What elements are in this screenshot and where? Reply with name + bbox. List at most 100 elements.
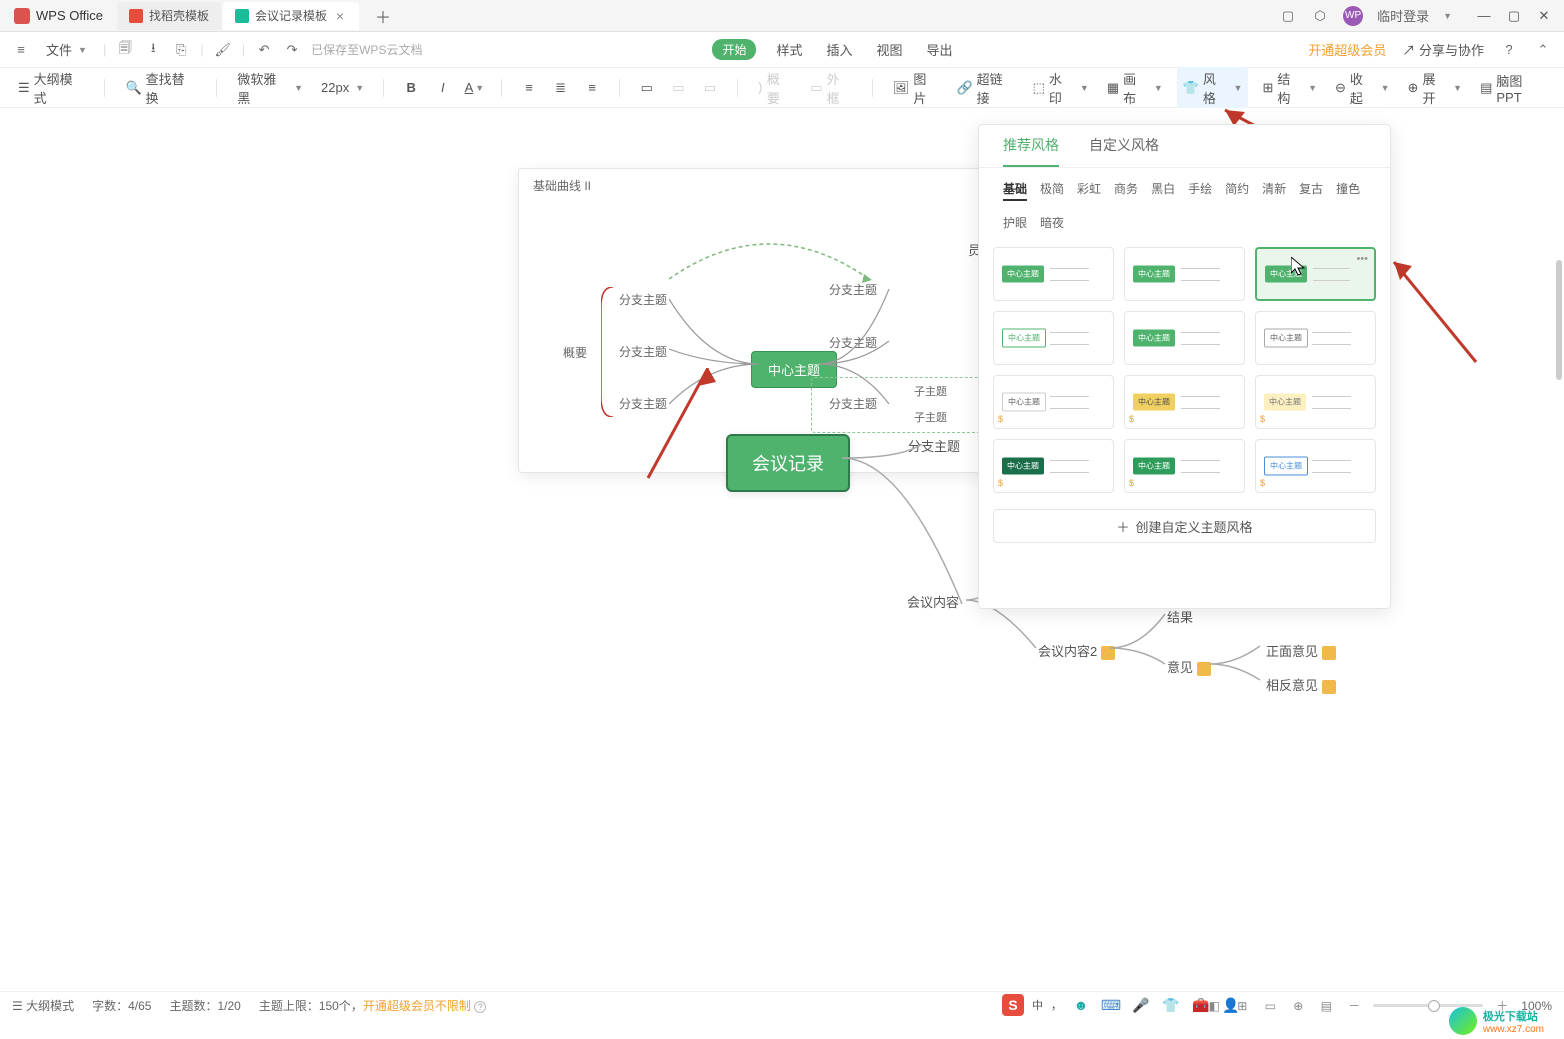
export-icon[interactable]: ⎘ — [172, 41, 190, 59]
cat-dark[interactable]: 暗夜 — [1040, 214, 1064, 231]
cat-simple[interactable]: 简约 — [1225, 180, 1249, 201]
close-button[interactable]: ✕ — [1536, 8, 1552, 24]
cat-handdrawn[interactable]: 手绘 — [1188, 180, 1212, 201]
tab-add-button[interactable]: ＋ — [369, 2, 397, 30]
cube-icon[interactable]: ⬡ — [1311, 7, 1329, 25]
menu-export[interactable]: 导出 — [923, 38, 957, 61]
canvas-branch-top[interactable]: 分支主题 — [908, 436, 960, 455]
style-thumb-2[interactable]: 中心主题 — [1124, 247, 1245, 301]
menu-start[interactable]: 开始 — [712, 39, 756, 60]
structure-button[interactable]: ⊞ 结构▼ — [1258, 67, 1321, 109]
hyperlink-button[interactable]: 🔗 超链接 — [952, 67, 1018, 109]
share-button[interactable]: ↗ 分享与协作 — [1402, 40, 1484, 59]
zoom-out-button[interactable]: － — [1345, 997, 1363, 1015]
minimize-button[interactable]: — — [1476, 8, 1492, 24]
align-center-button[interactable]: ≣ — [550, 77, 572, 99]
menu-icon[interactable]: ≡ — [12, 41, 30, 59]
help-icon[interactable]: ? — [1500, 41, 1518, 59]
ime-voice-icon[interactable]: 🎤 — [1130, 994, 1152, 1016]
canvas-content2[interactable]: 会议内容2 — [1038, 641, 1115, 660]
maximize-button[interactable]: ▢ — [1506, 8, 1522, 24]
login-label[interactable]: 临时登录 — [1377, 6, 1429, 25]
align-right-button[interactable]: ≡ — [581, 77, 603, 99]
note-icon[interactable] — [1322, 646, 1336, 660]
style-thumb-9[interactable]: $中心主题 — [1255, 375, 1376, 429]
file-menu[interactable]: 文件 ▼ — [40, 38, 93, 61]
collapse-button[interactable]: ⊖ 收起▼ — [1331, 67, 1394, 109]
create-custom-theme[interactable]: ＋ 创建自定义主题风格 — [993, 509, 1376, 543]
menu-view[interactable]: 视图 — [873, 38, 907, 61]
status-vip-link[interactable]: 开通超级会员不限制 — [363, 999, 471, 1013]
status-icon-5[interactable]: ▤ — [1317, 997, 1335, 1015]
canvas-result[interactable]: 结果 — [1167, 607, 1193, 626]
watermark-button[interactable]: ⬚ 水印▼ — [1029, 67, 1093, 109]
canvas-style-button[interactable]: ▦ 画布▼ — [1103, 67, 1167, 109]
tab-template-search[interactable]: 找稻壳模板 — [117, 2, 221, 30]
collapse-ribbon-icon[interactable]: ⌃ — [1534, 41, 1552, 59]
download-icon[interactable]: ⭳ — [144, 41, 162, 59]
save-icon[interactable]: 🗐 — [116, 41, 134, 59]
font-size-select[interactable]: 22px▼ — [317, 78, 367, 97]
style-thumb-10[interactable]: $中心主题 — [993, 439, 1114, 493]
ime-lang[interactable]: 中 — [1032, 997, 1043, 1013]
format-painter-icon[interactable]: 🖌 — [214, 41, 232, 59]
chevron-down-icon[interactable]: ▼ — [1443, 11, 1452, 21]
note-icon[interactable] — [1322, 680, 1336, 694]
ime-keyboard-icon[interactable]: ⌨ — [1100, 994, 1122, 1016]
style-thumb-6[interactable]: 中心主题 — [1255, 311, 1376, 365]
ime-skin-icon[interactable]: 👕 — [1160, 994, 1182, 1016]
insert-sibling-icon[interactable]: ▭ — [636, 77, 658, 99]
canvas[interactable]: 基础曲线 II 中心主题 分支主题 分支主题 分支主题 分支主题 分支主题 分支… — [0, 108, 1564, 1003]
cat-eye[interactable]: 护眼 — [1003, 214, 1027, 231]
status-icon-3[interactable]: ▭ — [1261, 997, 1279, 1015]
ime-toolbox-icon[interactable]: 🧰 — [1190, 994, 1212, 1016]
redo-icon[interactable]: ↷ — [283, 41, 301, 59]
style-thumb-7[interactable]: $中心主题 — [993, 375, 1114, 429]
cat-contrast[interactable]: 撞色 — [1336, 180, 1360, 201]
canvas-neg-opinion[interactable]: 相反意见 — [1266, 675, 1336, 694]
cat-rainbow[interactable]: 彩虹 — [1077, 180, 1101, 201]
undo-icon[interactable]: ↶ — [255, 41, 273, 59]
cat-fresh[interactable]: 清新 — [1262, 180, 1286, 201]
tab-recommend[interactable]: 推荐风格 — [1003, 135, 1059, 167]
mindmap-ppt-button[interactable]: ▤ 脑图PPT — [1476, 69, 1550, 107]
style-thumb-3-selected[interactable]: •••中心主题 — [1255, 247, 1376, 301]
canvas-content[interactable]: 会议内容 — [907, 592, 959, 611]
ime-punct-icon[interactable]: ， — [1051, 997, 1062, 1013]
ime-logo-icon[interactable]: S — [1002, 994, 1024, 1016]
ime-emoji-icon[interactable]: ☻ — [1070, 994, 1092, 1016]
status-icon-4[interactable]: ⊕ — [1289, 997, 1307, 1015]
style-thumb-1[interactable]: 中心主题 — [993, 247, 1114, 301]
italic-button[interactable]: I — [432, 77, 454, 99]
avatar[interactable]: WP — [1343, 6, 1363, 26]
cat-basic[interactable]: 基础 — [1003, 180, 1027, 201]
font-color-button[interactable]: A▼ — [464, 77, 486, 99]
cat-retro[interactable]: 复古 — [1299, 180, 1323, 201]
note-icon[interactable] — [1197, 662, 1211, 676]
relation-button[interactable]: ▭ 外框 — [806, 67, 856, 109]
canvas-opinion[interactable]: 意见 — [1167, 657, 1211, 676]
vip-link[interactable]: 开通超级会员 — [1308, 40, 1386, 59]
outline-mode-button[interactable]: ☰ 大纲模式 — [14, 67, 88, 109]
theme-style-button[interactable]: 👕 风格▼ — [1177, 67, 1249, 109]
menu-style[interactable]: 样式 — [772, 38, 806, 61]
style-thumb-12[interactable]: $中心主题 — [1255, 439, 1376, 493]
canvas-pos-opinion[interactable]: 正面意见 — [1266, 641, 1336, 660]
ime-user-icon[interactable]: 👤 — [1220, 994, 1242, 1016]
canvas-center-node[interactable]: 会议记录 — [726, 434, 850, 492]
style-thumb-5[interactable]: 中心主题 — [1124, 311, 1245, 365]
insert-child-icon[interactable]: ▭ — [668, 77, 690, 99]
summary-button[interactable]: ⟩ 概要 — [754, 67, 796, 109]
style-thumb-4[interactable]: 中心主题 — [993, 311, 1114, 365]
font-name-select[interactable]: 微软雅黑▼ — [233, 67, 307, 109]
bold-button[interactable]: B — [400, 77, 422, 99]
image-button[interactable]: 🖼 图片 — [889, 67, 943, 109]
cat-minimal[interactable]: 极简 — [1040, 180, 1064, 201]
window-layout-icon[interactable]: ▢ — [1279, 7, 1297, 25]
ime-toolbar[interactable]: S 中 ， ☻ ⌨ 🎤 👕 🧰 👤 — [994, 991, 1250, 1019]
find-replace-button[interactable]: 🔍 查找替换 — [121, 67, 200, 109]
align-left-button[interactable]: ≡ — [518, 77, 540, 99]
tab-meeting-template[interactable]: 会议记录模板 × — [223, 2, 359, 30]
style-thumb-11[interactable]: $中心主题 — [1124, 439, 1245, 493]
cat-bw[interactable]: 黑白 — [1151, 180, 1175, 201]
